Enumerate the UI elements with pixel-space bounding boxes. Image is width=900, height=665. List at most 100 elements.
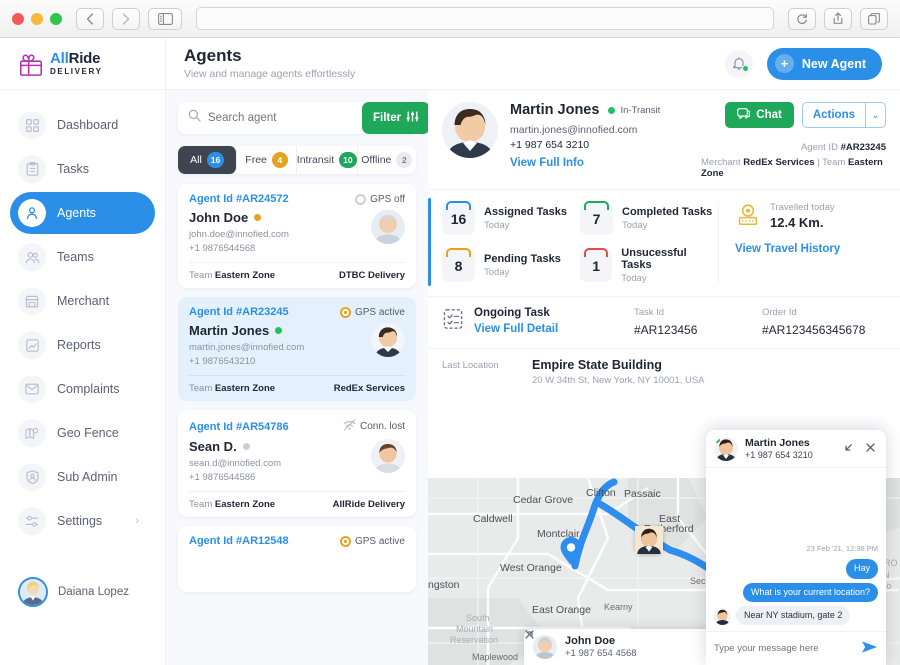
tab-offline[interactable]: Offline 2 xyxy=(358,146,416,174)
online-dot xyxy=(714,436,721,444)
agent-map-marker[interactable] xyxy=(635,526,663,554)
view-full-info-link[interactable]: View Full Info xyxy=(510,157,701,169)
agent-id-meta: Agent ID #AR23245 xyxy=(801,142,886,153)
travel-label: Travelled today xyxy=(770,202,835,213)
ongoing-task-left: Ongoing Task View Full Detail xyxy=(474,307,624,335)
list-item[interactable]: Agent Id #AR12548 GPS active xyxy=(178,526,416,592)
view-travel-history-link[interactable]: View Travel History xyxy=(735,243,886,255)
map-label: Kearny xyxy=(604,602,633,612)
close-icon[interactable] xyxy=(863,442,878,456)
list-item[interactable]: Agent Id #AR24572 GPS off John Doe john.… xyxy=(178,184,416,288)
map-label: Cedar Grove xyxy=(513,494,573,506)
map-agent-card[interactable]: John Doe +1 987 654 4568 xyxy=(524,629,716,665)
team-value: Eastern Zone xyxy=(214,499,276,510)
send-icon[interactable] xyxy=(861,640,878,657)
forward-button[interactable] xyxy=(112,7,140,30)
chat-widget[interactable]: Martin Jones +1 987 654 3210 23 Feb '21,… xyxy=(706,430,886,665)
agent-merchant: RedEx Services xyxy=(333,383,405,394)
chat-contact-name: Martin Jones xyxy=(745,437,810,449)
sidebar-item-agents[interactable]: Agents xyxy=(10,192,155,234)
chat-input[interactable] xyxy=(714,643,855,654)
sidebar-user[interactable]: Daiana Lopez xyxy=(0,577,166,607)
ongoing-task-section: Ongoing Task View Full Detail Task Id #A… xyxy=(428,297,900,349)
map-label: South xyxy=(466,613,490,623)
tab-offline-label: Offline xyxy=(361,154,392,166)
merchant-label: Merchant xyxy=(701,157,741,168)
sidebar-item-tasks[interactable]: Tasks xyxy=(10,148,155,190)
agent-id-meta-label: Agent ID xyxy=(800,142,838,153)
app-logo[interactable]: AllRide DELIVERY xyxy=(0,38,165,90)
gps-status: GPS active xyxy=(339,535,405,547)
merchant-value: RedEx Services xyxy=(743,157,815,168)
gps-status: Conn. lost xyxy=(343,419,405,434)
store-icon xyxy=(18,287,46,315)
chat-bubble-icon xyxy=(737,107,751,123)
sidebar-item-sub-admin[interactable]: Sub Admin xyxy=(10,456,155,498)
reload-icon[interactable] xyxy=(788,7,816,30)
sidebar-item-settings[interactable]: Settings › xyxy=(10,500,155,542)
gift-box-logo-icon xyxy=(19,53,43,76)
actions-dropdown[interactable]: Actions ⌄ xyxy=(801,102,886,128)
bell-icon[interactable] xyxy=(724,49,753,78)
minimize-window-button[interactable] xyxy=(31,12,43,25)
agent-email: sean.d@innofied.com xyxy=(189,458,282,469)
sidebar-item-dashboard[interactable]: Dashboard xyxy=(10,104,155,146)
chevron-down-icon[interactable]: ⌄ xyxy=(865,103,885,127)
address-bar[interactable] xyxy=(196,7,774,30)
sidebar-item-geo-fence[interactable]: Geo Fence xyxy=(10,412,155,454)
agent-name: Sean D. xyxy=(189,439,371,454)
close-window-button[interactable] xyxy=(12,12,24,25)
agent-name: Martin Jones xyxy=(510,102,600,118)
last-location-address: 20 W 34th St, New York, NY 10001, USA xyxy=(532,375,705,386)
envelope-icon xyxy=(18,375,46,403)
merchant-team-meta: Merchant RedEx Services | Team Eastern Z… xyxy=(701,157,886,179)
sidebar-item-teams[interactable]: Teams xyxy=(10,236,155,278)
team-label: Team xyxy=(189,499,213,510)
stat-sub: Today xyxy=(484,220,510,231)
status-dot xyxy=(608,106,616,114)
chat-button[interactable]: Chat xyxy=(725,102,794,128)
agent-phone: +1 9876543210 xyxy=(189,356,256,367)
share-icon[interactable] xyxy=(824,7,852,30)
card-body: Sean D. sean.d@innofied.com +1 987654458… xyxy=(189,439,405,483)
tab-all[interactable]: All 16 xyxy=(178,146,238,174)
stat-title: Pending Tasks xyxy=(484,253,561,265)
back-button[interactable] xyxy=(76,7,104,30)
filter-button[interactable]: Filter xyxy=(362,102,428,134)
sidebar-label-agents: Agents xyxy=(57,206,96,220)
sidebar-item-complaints[interactable]: Complaints xyxy=(10,368,155,410)
maximize-window-button[interactable] xyxy=(50,12,62,25)
search-input[interactable] xyxy=(208,112,362,124)
sidebar-toggle-icon[interactable] xyxy=(148,7,182,30)
window-controls[interactable] xyxy=(12,12,62,25)
status-badge: In-Transit xyxy=(608,105,660,116)
tab-free[interactable]: Free 4 xyxy=(237,146,297,174)
team-label: Team xyxy=(189,383,213,394)
agent-id-meta-value: #AR23245 xyxy=(840,142,886,153)
destination-pin-icon[interactable] xyxy=(558,536,584,566)
stat-value: 1 xyxy=(580,248,613,282)
new-agent-button[interactable]: + New Agent xyxy=(766,47,882,80)
team-label: Team xyxy=(822,157,846,168)
agent-status-tabs: All 16 Free 4 Intransit 10 Offline 2 xyxy=(178,146,416,174)
list-item[interactable]: Agent Id #AR23245 GPS active Martin Jone… xyxy=(178,297,416,401)
sidebar-item-reports[interactable]: Reports xyxy=(10,324,155,366)
stat-title: Unsucessful Tasks xyxy=(621,247,687,271)
view-full-detail-link[interactable]: View Full Detail xyxy=(474,323,624,335)
copy-tabs-icon[interactable] xyxy=(860,7,888,30)
chat-message-row: Hay xyxy=(714,559,878,579)
minimize-icon[interactable] xyxy=(841,442,856,456)
map-label: West Orange xyxy=(500,562,562,574)
stat-sub: Today xyxy=(621,273,647,284)
task-list-icon xyxy=(442,308,464,330)
chart-icon xyxy=(18,331,46,359)
avatar xyxy=(18,577,48,607)
list-item[interactable]: Agent Id #AR54786 Conn. lost Sean D. sea… xyxy=(178,410,416,517)
agent-team: Team Eastern Zone xyxy=(189,383,275,394)
avatar xyxy=(533,635,557,659)
tab-intransit[interactable]: Intransit 10 xyxy=(297,146,358,174)
travel-row: Travelled today 12.4 Km. xyxy=(735,202,886,230)
filter-label: Filter xyxy=(373,112,402,124)
map-card-name: John Doe xyxy=(565,635,616,647)
sidebar-item-merchant[interactable]: Merchant xyxy=(10,280,155,322)
